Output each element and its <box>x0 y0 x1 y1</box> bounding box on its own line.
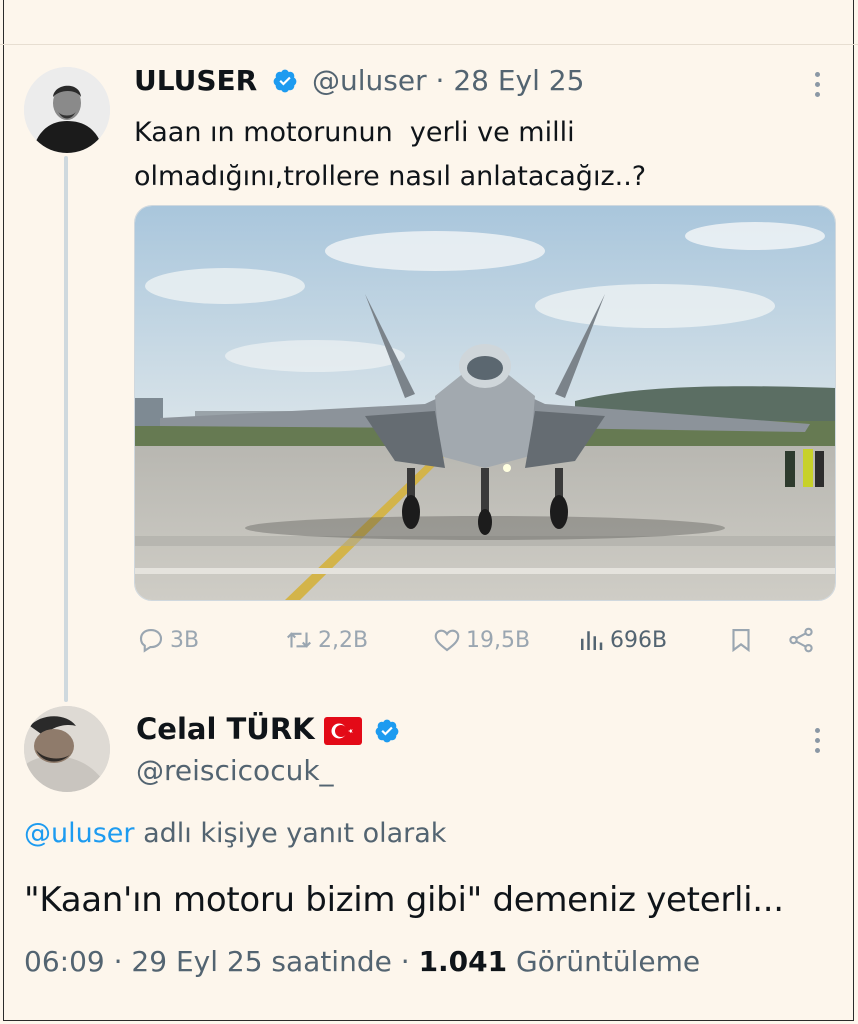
tweet-date-full[interactable]: 29 Eyl 25 saatinde <box>131 945 391 978</box>
avatar-uluser-image <box>24 67 110 153</box>
repost-count: 2,2B <box>318 627 369 653</box>
divider <box>0 44 858 45</box>
meta-dot-2: · <box>400 945 410 978</box>
avatar-reiscicocuk[interactable] <box>24 706 110 792</box>
reply-icon <box>139 628 163 653</box>
views-label: Görüntüleme <box>516 945 701 978</box>
like-count: 19,5B <box>466 627 531 653</box>
tweet-media-image[interactable] <box>134 205 836 601</box>
tweet1-text: Kaan ın motorunun yerli ve milli olmadığ… <box>134 111 646 199</box>
turkish-flag-icon <box>324 717 362 745</box>
verified-icon <box>273 69 297 93</box>
reply-context-text: adlı kişiye yanıt olarak <box>143 818 447 849</box>
reply-context: @uluser adlı kişiye yanıt olarak <box>24 818 446 849</box>
fighter-jet-photo <box>135 206 835 600</box>
avatar-uluser[interactable] <box>24 67 110 153</box>
tweet1-text-line2: olmadığını,trollere nasıl anlatacağız..? <box>134 161 647 192</box>
views-number: 1.041 <box>418 945 508 978</box>
display-name-uluser[interactable]: ULUSER <box>134 64 257 97</box>
views-icon <box>581 631 603 650</box>
tweet-date[interactable]: 28 Eyl 25 <box>453 64 584 97</box>
reply-count: 3B <box>170 627 200 653</box>
display-name-celal[interactable]: Celal TÜRK <box>136 712 315 746</box>
repost-button[interactable]: 2,2B <box>284 622 368 658</box>
verified-icon <box>375 719 399 743</box>
more-icon[interactable] <box>815 728 820 753</box>
reply-button[interactable]: 3B <box>136 622 199 658</box>
share-button[interactable] <box>786 622 816 658</box>
more-icon[interactable] <box>815 72 820 97</box>
meta-dot: · <box>113 945 123 978</box>
avatar-reiscicocuk-image <box>24 706 110 792</box>
meta-separator: · <box>435 64 445 97</box>
share-icon <box>789 627 813 653</box>
tweet2-meta: 06:09 · 29 Eyl 25 saatinde · 1.041 Görün… <box>24 945 700 978</box>
reply-to-handle[interactable]: @uluser <box>24 818 135 849</box>
bookmark-icon <box>732 628 750 653</box>
views-button[interactable]: 696B <box>576 622 667 658</box>
tweet1-text-line1: Kaan ın motorunun yerli ve milli <box>134 117 575 148</box>
repost-icon <box>286 632 312 648</box>
like-icon <box>434 629 460 652</box>
views-count: 696B <box>610 627 668 653</box>
tweet1-meta: @uluser · 28 Eyl 25 <box>312 64 584 97</box>
handle-reiscicocuk[interactable]: @reiscicocuk_ <box>136 754 334 787</box>
tweet2-text: "Kaan'ın motoru bizim gibi" demeniz yete… <box>24 880 784 920</box>
bookmark-button[interactable] <box>726 622 756 658</box>
handle-uluser[interactable]: @uluser <box>312 64 427 97</box>
like-button[interactable]: 19,5B <box>432 622 530 658</box>
thread-connector <box>64 156 68 702</box>
tweet-time[interactable]: 06:09 <box>24 945 105 978</box>
